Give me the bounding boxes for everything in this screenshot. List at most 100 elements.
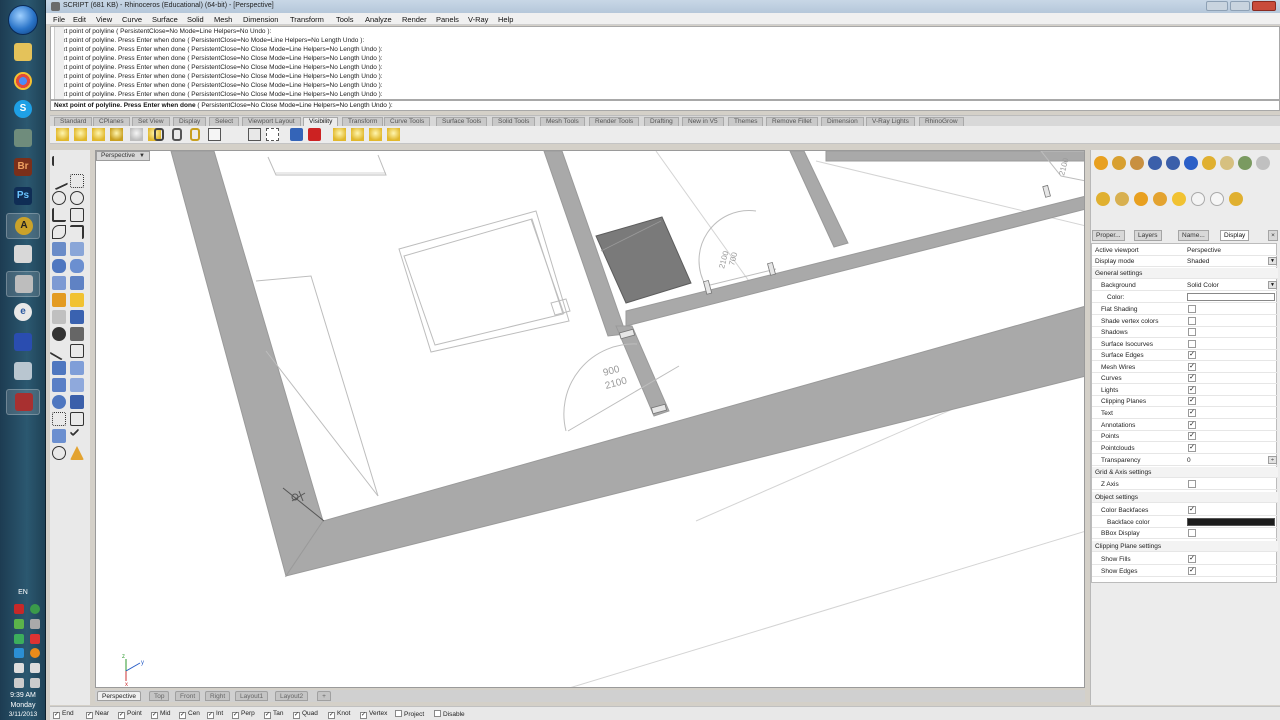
clock-time[interactable]: 9:39 AM <box>0 692 46 699</box>
color-swatch[interactable] <box>1187 293 1275 301</box>
render-interactive-icon[interactable] <box>1184 156 1198 170</box>
menu-tools[interactable]: Tools <box>336 15 354 24</box>
material-icon[interactable] <box>1094 156 1108 170</box>
show-selected-icon[interactable] <box>92 128 105 141</box>
taskbar-explorer[interactable] <box>6 40 40 66</box>
tab-set-view[interactable]: Set View <box>132 117 170 126</box>
dimension-icon[interactable] <box>70 361 84 375</box>
tray-icon[interactable] <box>14 604 24 614</box>
light-icon[interactable] <box>369 128 382 141</box>
taskbar-rhino[interactable] <box>6 271 40 297</box>
checkbox-icon[interactable]: ✓ <box>207 712 214 719</box>
section-grid-axis[interactable]: Grid & Axis settings <box>1092 467 1278 478</box>
show-lightbulb-icon[interactable] <box>74 128 87 141</box>
maximize-button[interactable] <box>1230 1 1250 11</box>
prop-points[interactable]: Points ✓ <box>1092 431 1278 442</box>
lock-points-icon[interactable] <box>266 128 279 141</box>
osnap-vertex[interactable]: ✓ Vertex <box>360 710 387 719</box>
checkbox-icon[interactable] <box>1188 480 1196 488</box>
checkbox-icon[interactable]: ✓ <box>1188 386 1196 394</box>
menu-render[interactable]: Render <box>402 15 427 24</box>
prop-color-backfaces[interactable]: Color Backfaces ✓ <box>1092 505 1278 516</box>
warning-icon[interactable] <box>70 446 84 460</box>
osnap-cen[interactable]: ✓ Cen <box>179 710 200 719</box>
osnap-mid[interactable]: ✓ Mid <box>151 710 170 719</box>
tab-display-panel[interactable]: Display <box>1220 230 1250 241</box>
checkbox-icon[interactable]: ✓ <box>53 712 60 719</box>
prop-show-edges[interactable]: Show Edges ✓ <box>1092 566 1278 577</box>
taskbar-app-12[interactable] <box>6 359 40 385</box>
spot-light-icon[interactable] <box>1115 192 1129 206</box>
light-icon[interactable] <box>333 128 346 141</box>
tray-icon[interactable] <box>30 648 40 658</box>
start-button[interactable] <box>8 5 38 35</box>
point-icon[interactable] <box>70 174 84 188</box>
sun-icon[interactable] <box>1202 156 1216 170</box>
taskbar-autocad[interactable]: A <box>6 213 40 239</box>
surface-icon[interactable] <box>52 242 66 256</box>
osnap-quad[interactable]: ✓ Quad <box>293 710 318 719</box>
tab-rhinogrow[interactable]: RhinoGrow <box>919 117 964 126</box>
zoom-selected-icon[interactable] <box>290 128 303 141</box>
menu-view[interactable]: View <box>96 15 112 24</box>
ellipse-icon[interactable] <box>70 191 84 205</box>
check-icon[interactable] <box>69 426 80 437</box>
taskbar-app-4[interactable] <box>6 126 40 152</box>
layout-icon[interactable] <box>70 412 84 426</box>
menu-help[interactable]: Help <box>498 15 513 24</box>
section-general-settings[interactable]: General settings <box>1092 268 1278 279</box>
explode-icon[interactable] <box>70 293 84 307</box>
tray-icon[interactable] <box>14 663 24 673</box>
lock-selected-icon[interactable] <box>190 128 200 141</box>
unlock-icon[interactable] <box>172 128 182 141</box>
checkbox-icon[interactable]: ✓ <box>293 712 300 719</box>
light-icon[interactable] <box>387 128 400 141</box>
group-icon[interactable] <box>70 327 84 341</box>
osnap-tan[interactable]: ✓ Tan <box>264 710 283 719</box>
checkbox-icon[interactable] <box>395 710 402 717</box>
checkbox-icon[interactable]: ✓ <box>360 712 367 719</box>
tab-display[interactable]: Display <box>173 117 207 126</box>
osnap-end[interactable]: ✓ End <box>53 710 74 719</box>
rectangle-icon[interactable] <box>70 208 84 222</box>
osnap-point[interactable]: ✓ Point <box>118 710 142 719</box>
prop-z-axis[interactable]: Z Axis <box>1092 479 1278 490</box>
lock-in-view-icon[interactable] <box>248 128 261 141</box>
tab-visibility[interactable]: Visibility <box>303 117 339 126</box>
polyline-icon[interactable] <box>49 171 69 191</box>
tab-viewport-layout[interactable]: Viewport Layout <box>242 117 301 126</box>
prop-surface-edges[interactable]: Surface Edges ✓ <box>1092 350 1278 361</box>
hide-in-view-icon[interactable] <box>110 128 123 141</box>
checkbox-icon[interactable]: ✓ <box>1188 363 1196 371</box>
checkbox-icon[interactable] <box>1188 305 1196 313</box>
menu-file[interactable]: File <box>53 15 65 24</box>
perspective-viewport[interactable]: 900 2100 700 2100 2100 z y x <box>95 150 1085 688</box>
lightbulb-icon[interactable] <box>56 128 69 141</box>
tab-named-views[interactable]: Name... <box>1178 230 1209 241</box>
checkbox-icon[interactable] <box>434 710 441 717</box>
tab-top[interactable]: Top <box>149 691 170 701</box>
checkbox-icon[interactable] <box>1188 317 1196 325</box>
checkbox-icon[interactable]: ✓ <box>264 712 271 719</box>
render-region-icon[interactable] <box>1166 156 1180 170</box>
checkbox-icon[interactable]: ✓ <box>1188 555 1196 563</box>
checkbox-icon[interactable]: ✓ <box>1188 351 1196 359</box>
tray-icon[interactable] <box>14 648 24 658</box>
prop-display-mode[interactable]: Display mode Shaded ▼ <box>1092 256 1278 267</box>
mesh-light-icon[interactable] <box>1210 192 1224 206</box>
taskbar-app-13[interactable] <box>6 389 40 415</box>
osnap-int[interactable]: ✓ Int <box>207 710 223 719</box>
prop-mesh-wires[interactable]: Mesh Wires ✓ <box>1092 362 1278 373</box>
tab-drafting[interactable]: Drafting <box>644 117 679 126</box>
tab-mesh-tools[interactable]: Mesh Tools <box>540 117 585 126</box>
rect-light-icon[interactable] <box>1229 192 1243 206</box>
prop-pointclouds[interactable]: Pointclouds ✓ <box>1092 443 1278 454</box>
tab-curve-tools[interactable]: Curve Tools <box>384 117 431 126</box>
rotate-icon[interactable] <box>52 378 66 392</box>
osnap-disable[interactable]: Disable <box>434 710 465 718</box>
tab-vray-lights[interactable]: V-Ray Lights <box>866 117 915 126</box>
taskbar-photoshop[interactable]: Ps <box>6 184 40 210</box>
checkbox-icon[interactable] <box>1188 529 1196 537</box>
menu-panels[interactable]: Panels <box>436 15 459 24</box>
command-history[interactable]: Next point of polyline ( PersistentClose… <box>50 26 1280 100</box>
